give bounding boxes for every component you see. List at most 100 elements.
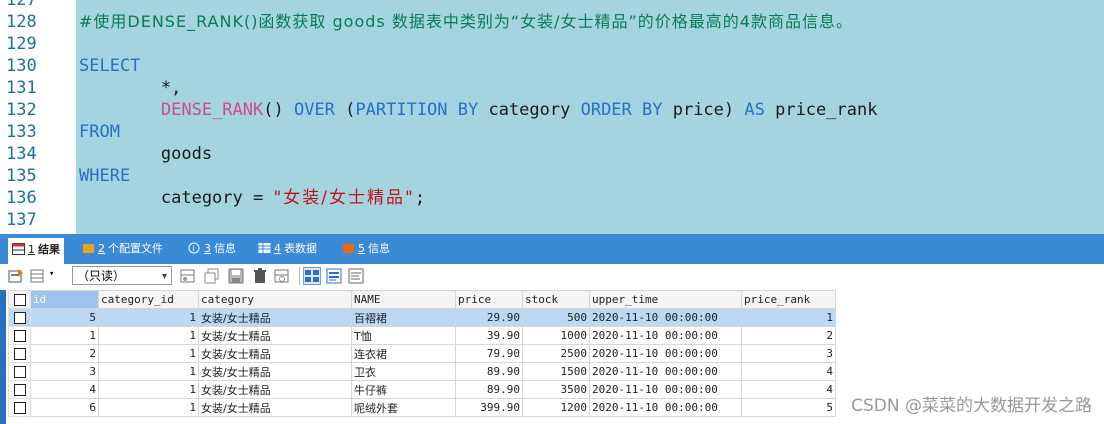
insert-row-icon[interactable] <box>180 268 196 284</box>
refresh-icon[interactable] <box>274 268 290 284</box>
row-checkbox[interactable] <box>8 380 31 399</box>
line-number: 133 <box>6 122 37 142</box>
cell-stock[interactable]: 1200 <box>522 398 590 417</box>
cell-stock[interactable]: 500 <box>522 308 590 327</box>
cell-id[interactable]: 4 <box>30 380 99 399</box>
code-line[interactable]: #使用DENSE_RANK()函数获取 goods 数据表中类别为“女装/女士精… <box>79 11 853 33</box>
save-icon[interactable] <box>228 268 244 284</box>
row-checkbox[interactable] <box>8 326 31 345</box>
cell-category[interactable]: 女装/女士精品 <box>198 344 352 363</box>
cell-upper_time[interactable]: 2020-11-10 00:00:00 <box>589 326 742 345</box>
text-mode-icon[interactable] <box>348 268 364 284</box>
cell-price_rank[interactable]: 1 <box>741 308 836 327</box>
cell-price[interactable]: 89.90 <box>455 380 523 399</box>
column-header-price[interactable]: price <box>455 290 523 309</box>
cell-category_id[interactable]: 1 <box>98 308 199 327</box>
column-header-id[interactable]: id <box>30 290 99 309</box>
row-checkbox[interactable] <box>8 308 31 327</box>
column-header-category_id[interactable]: category_id <box>98 290 199 309</box>
cell-category_id[interactable]: 1 <box>98 326 199 345</box>
cell-stock[interactable]: 3500 <box>522 380 590 399</box>
cell-price_rank[interactable]: 2 <box>741 326 836 345</box>
result-tabbar: 1 结果 2 个配置文件 i 3 信息 4 表数据 5 信息 <box>0 234 1104 264</box>
table-row[interactable]: 4 1 女装/女士精品 牛仔裤 89.90 3500 2020-11-10 00:00:00… <box>8 380 836 399</box>
cell-upper_time[interactable]: 2020-11-10 00:00:00 <box>589 362 742 381</box>
cell-id[interactable]: 1 <box>30 326 99 345</box>
cell-category[interactable]: 女装/女士精品 <box>198 362 352 381</box>
cell-category_id[interactable]: 1 <box>98 380 199 399</box>
row-checkbox[interactable] <box>8 362 31 381</box>
cell-price[interactable]: 79.90 <box>455 344 523 363</box>
table-row[interactable]: 6 1 女装/女士精品 呢绒外套 399.90 1200 2020-11-10 00:00:… <box>8 398 836 417</box>
cell-category_id[interactable]: 1 <box>98 398 199 417</box>
code-line[interactable]: category = "女装/女士精品"; <box>79 187 425 209</box>
cell-name[interactable]: T恤 <box>351 326 456 345</box>
tab-5[interactable]: 5 信息 <box>342 239 390 259</box>
cell-category[interactable]: 女装/女士精品 <box>198 398 352 417</box>
cell-price_rank[interactable]: 4 <box>741 380 836 399</box>
grid-mode-icon[interactable] <box>303 267 321 285</box>
cell-id[interactable]: 3 <box>30 362 99 381</box>
cell-name[interactable]: 牛仔裤 <box>351 380 456 399</box>
cell-stock[interactable]: 2500 <box>522 344 590 363</box>
cell-price_rank[interactable]: 5 <box>741 398 836 417</box>
export-icon[interactable] <box>8 268 24 284</box>
row-checkbox[interactable] <box>8 344 31 363</box>
cell-category_id[interactable]: 1 <box>98 344 199 363</box>
code-line[interactable]: FROM <box>79 121 120 143</box>
table-row[interactable]: 3 1 女装/女士精品 卫衣 89.90 1500 2020-11-10 00:00:00 4 <box>8 362 836 381</box>
cell-category_id[interactable]: 1 <box>98 362 199 381</box>
cell-stock[interactable]: 1500 <box>522 362 590 381</box>
code-line[interactable]: goods <box>79 143 212 165</box>
cell-name[interactable]: 百褶裙 <box>351 308 456 327</box>
cell-id[interactable]: 2 <box>30 344 99 363</box>
cell-stock[interactable]: 1000 <box>522 326 590 345</box>
grid-view-icon[interactable] <box>30 268 46 284</box>
cell-price_rank[interactable]: 4 <box>741 362 836 381</box>
code-line[interactable]: SELECT <box>79 55 140 77</box>
column-header-price_rank[interactable]: price_rank <box>741 290 836 309</box>
tab-label: 结果 <box>38 243 60 256</box>
column-header-upper_time[interactable]: upper_time <box>589 290 742 309</box>
column-header-name[interactable]: NAME <box>351 290 456 309</box>
cell-price[interactable]: 399.90 <box>455 398 523 417</box>
tab-3[interactable]: i 3 信息 <box>188 239 236 259</box>
row-checkbox[interactable] <box>8 398 31 417</box>
readonly-mode-select[interactable]: （只读） ▾ <box>72 266 172 285</box>
cell-upper_time[interactable]: 2020-11-10 00:00:00 <box>589 344 742 363</box>
cell-price[interactable]: 89.90 <box>455 362 523 381</box>
tab-2[interactable]: 2 个配置文件 <box>82 239 163 259</box>
cell-id[interactable]: 6 <box>30 398 99 417</box>
select-all-checkbox[interactable] <box>8 290 31 309</box>
toolbar-divider <box>299 267 300 285</box>
code-line[interactable]: DENSE_RANK() OVER (PARTITION BY category… <box>79 99 878 121</box>
table-row[interactable]: 1 1 女装/女士精品 T恤 39.90 1000 2020-11-10 00:00:00 2 <box>8 326 836 345</box>
form-mode-icon[interactable] <box>326 268 342 284</box>
cell-category[interactable]: 女装/女士精品 <box>198 326 352 345</box>
cell-price_rank[interactable]: 3 <box>741 344 836 363</box>
sql-editor[interactable]: 127 128 129 130 131 132 133 134 135 136 137 #使用DEN… <box>0 0 1104 234</box>
code-line[interactable]: *, <box>79 77 181 99</box>
cell-category[interactable]: 女装/女士精品 <box>198 380 352 399</box>
cell-price[interactable]: 39.90 <box>455 326 523 345</box>
column-header-category[interactable]: category <box>198 290 352 309</box>
cell-category[interactable]: 女装/女士精品 <box>198 308 352 327</box>
cell-upper_time[interactable]: 2020-11-10 00:00:00 <box>589 398 742 417</box>
tab-1[interactable]: 1 结果 <box>8 238 64 264</box>
code-line[interactable]: WHERE <box>79 165 130 187</box>
cell-price[interactable]: 29.90 <box>455 308 523 327</box>
cell-id[interactable]: 5 <box>30 308 99 327</box>
cell-name[interactable]: 呢绒外套 <box>351 398 456 417</box>
chevron-down-icon[interactable]: ▾ <box>49 269 54 279</box>
cell-name[interactable]: 连衣裙 <box>351 344 456 363</box>
tab-4[interactable]: 4 表数据 <box>258 239 317 259</box>
cell-name[interactable]: 卫衣 <box>351 362 456 381</box>
cell-upper_time[interactable]: 2020-11-10 00:00:00 <box>589 380 742 399</box>
table-row[interactable]: 5 1 女装/女士精品 百褶裙 29.90 500 2020-11-10 00:00:00 1 <box>8 308 836 327</box>
table-row[interactable]: 2 1 女装/女士精品 连衣裙 79.90 2500 2020-11-10 00:00:00… <box>8 344 836 363</box>
duplicate-row-icon[interactable] <box>204 268 220 284</box>
cell-upper_time[interactable]: 2020-11-10 00:00:00 <box>589 308 742 327</box>
table-data-icon <box>258 241 271 253</box>
column-header-stock[interactable]: stock <box>522 290 590 309</box>
delete-icon[interactable] <box>252 268 268 284</box>
